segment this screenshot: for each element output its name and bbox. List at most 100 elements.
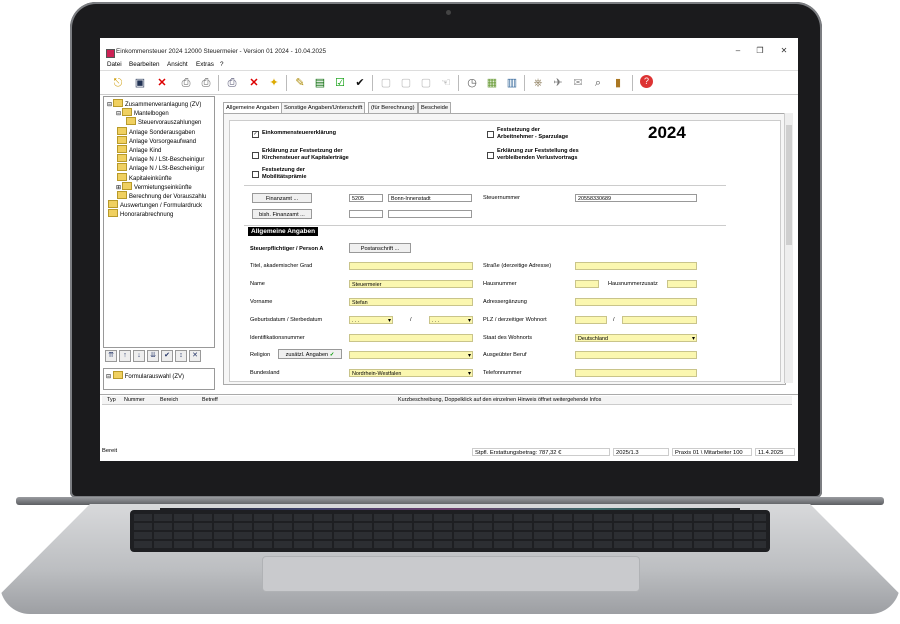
vorname-field[interactable]: Stefan: [349, 298, 473, 306]
menu-datei[interactable]: Datei: [107, 61, 122, 68]
tree-tool-button[interactable]: ↑: [119, 350, 131, 362]
clock-icon[interactable]: ◷: [464, 75, 480, 91]
finanzamt-name[interactable]: Bonn-Innenstadt: [388, 194, 472, 202]
cancel-icon[interactable]: ✕: [246, 75, 262, 91]
grid-icon[interactable]: ▦: [484, 75, 500, 91]
tree-tool-button[interactable]: ↕: [175, 350, 187, 362]
tree-tool-button[interactable]: ✕: [189, 350, 201, 362]
fax-icon[interactable]: ⎙: [224, 75, 240, 91]
tick-icon[interactable]: ✔: [352, 75, 368, 91]
tree-item[interactable]: Steuervorauszahlungen: [125, 117, 201, 126]
hausnummer-field[interactable]: [575, 280, 599, 288]
printer2-icon[interactable]: ⎙: [198, 75, 214, 91]
tree-item[interactable]: Anlage N / LSt-Bescheinigur: [116, 163, 204, 172]
checkbox-verlust[interactable]: [487, 152, 494, 159]
doc1-icon[interactable]: ▢: [378, 75, 394, 91]
col-bereich[interactable]: Bereich: [160, 397, 178, 403]
finanzamt-button[interactable]: Finanzamt ...: [252, 193, 312, 203]
tree-expander-icon[interactable]: ⊟: [116, 111, 121, 117]
book-icon[interactable]: ▤: [312, 75, 328, 91]
steuernummer-field[interactable]: 20558330689: [575, 194, 697, 202]
plz-field[interactable]: [575, 316, 607, 324]
delete-icon[interactable]: ✕: [154, 75, 170, 91]
finanzamt-number[interactable]: 5205: [349, 194, 383, 202]
close-button[interactable]: ✕: [774, 46, 794, 55]
status-version: 2025/1.3: [613, 448, 669, 456]
geburtsdatum-field[interactable]: . . .: [349, 316, 393, 324]
tree-item[interactable]: Auswertungen / Formulardruck: [107, 200, 202, 209]
chart-icon[interactable]: ▥: [504, 75, 520, 91]
tree-item[interactable]: Kapitaleinkünfte: [116, 172, 172, 182]
doc3-icon[interactable]: ▢: [418, 75, 434, 91]
strasse-field[interactable]: [575, 262, 697, 270]
hausnummerzusatz-field[interactable]: [667, 280, 697, 288]
label-titel: Titel, akademischer Grad: [250, 263, 313, 269]
col-betreff[interactable]: Betreff: [202, 397, 218, 403]
help-icon[interactable]: ?: [640, 75, 653, 88]
bundesland-field[interactable]: Nordrhein-Westfalen: [349, 369, 473, 377]
mail-icon[interactable]: ✉: [570, 75, 586, 91]
tree-item[interactable]: Anlage N / LSt-Bescheinigur: [116, 154, 204, 163]
wohnort-field[interactable]: [622, 316, 697, 324]
scrollbar-thumb[interactable]: [786, 125, 792, 245]
name-field[interactable]: Steuermeier: [349, 280, 473, 288]
tree-tool-button[interactable]: ✔: [161, 350, 173, 362]
checkbox-est[interactable]: ✓: [252, 131, 259, 138]
checkbox-kapital[interactable]: [252, 152, 259, 159]
tree-tool-button[interactable]: ⇊: [147, 350, 159, 362]
check-icon[interactable]: ☑: [332, 75, 348, 91]
form-scrollbar[interactable]: [784, 113, 793, 383]
postanschrift-button[interactable]: Postanschrift ...: [349, 243, 411, 253]
tip-icon[interactable]: ✦: [266, 75, 282, 91]
tab-bescheide[interactable]: Bescheide: [418, 102, 452, 113]
send-icon[interactable]: ✈: [550, 75, 566, 91]
preview-icon[interactable]: ⌕: [590, 75, 606, 91]
tree-item[interactable]: ⊞ Vermietungseinkünfte: [116, 181, 192, 191]
tree-item[interactable]: Anlage Vorsorgeaufwand: [116, 135, 196, 145]
bish-finanzamt-button[interactable]: bish. Finanzamt ...: [252, 209, 312, 219]
tree-item[interactable]: ⊟ Zusammenveranlagung (ZV): [107, 99, 201, 108]
hand-icon[interactable]: ☜: [438, 75, 454, 91]
tree-tool-button[interactable]: ↓: [133, 350, 145, 362]
menu-ansicht[interactable]: Ansicht: [167, 61, 188, 68]
checkbox-sparzulage[interactable]: [487, 131, 494, 138]
menu-help[interactable]: ?: [220, 61, 224, 68]
tab-fuer-berechnung[interactable]: (für Berechnung): [368, 102, 418, 113]
restore-button[interactable]: ❐: [750, 46, 770, 55]
tree-expander-icon[interactable]: ⊟: [107, 102, 112, 108]
checkbox-mobil[interactable]: [252, 171, 259, 178]
titel-field[interactable]: [349, 262, 473, 270]
tree-tool-button[interactable]: ⇈: [105, 350, 117, 362]
col-nummer[interactable]: Nummer: [124, 397, 145, 403]
beruf-field[interactable]: [575, 351, 697, 359]
form-icon[interactable]: ✎: [292, 75, 308, 91]
exit-icon[interactable]: ⎋: [110, 75, 126, 91]
religion-field[interactable]: [349, 351, 473, 359]
zusaetzl-angaben-button[interactable]: zusätzl. Angaben ✓: [278, 349, 342, 359]
tree-item-formularauswahl[interactable]: ⊟ Formularauswahl (ZV): [106, 371, 184, 380]
bish-finanzamt-name[interactable]: [388, 210, 472, 218]
tree-item[interactable]: Anlage Kind: [116, 145, 161, 154]
sterbedatum-field[interactable]: . . .: [429, 316, 473, 324]
tree-item[interactable]: ⊟ Mantelbogen: [116, 108, 169, 117]
bish-finanzamt-number[interactable]: [349, 210, 383, 218]
menu-extras[interactable]: Extras: [196, 61, 214, 68]
stamp-icon[interactable]: ⎈: [530, 75, 546, 91]
staat-field[interactable]: Deutschland: [575, 334, 697, 342]
tree-item[interactable]: Honorarabrechnung: [107, 209, 173, 218]
adress-field[interactable]: [575, 298, 697, 306]
menu-bearbeiten[interactable]: Bearbeiten: [129, 61, 159, 68]
col-typ[interactable]: Typ: [107, 397, 116, 403]
telefon-field[interactable]: [575, 369, 697, 377]
minimize-button[interactable]: –: [728, 46, 748, 55]
tree-expander-icon[interactable]: ⊞: [116, 185, 121, 191]
archive-icon[interactable]: ▮: [610, 75, 626, 91]
col-description[interactable]: Kurzbeschreibung, Doppelklick auf den ei…: [398, 397, 601, 403]
tab-sonstige-angaben[interactable]: Sonstige Angaben/Unterschrift: [281, 102, 366, 113]
print-icon[interactable]: ⎙: [178, 75, 194, 91]
ident-field[interactable]: [349, 334, 473, 342]
save-icon[interactable]: ▣: [132, 75, 148, 91]
tree-item[interactable]: Berechnung der Vorauszahlu: [116, 191, 206, 200]
tree-item[interactable]: Anlage Sonderausgaben: [116, 126, 195, 136]
doc2-icon[interactable]: ▢: [398, 75, 414, 91]
